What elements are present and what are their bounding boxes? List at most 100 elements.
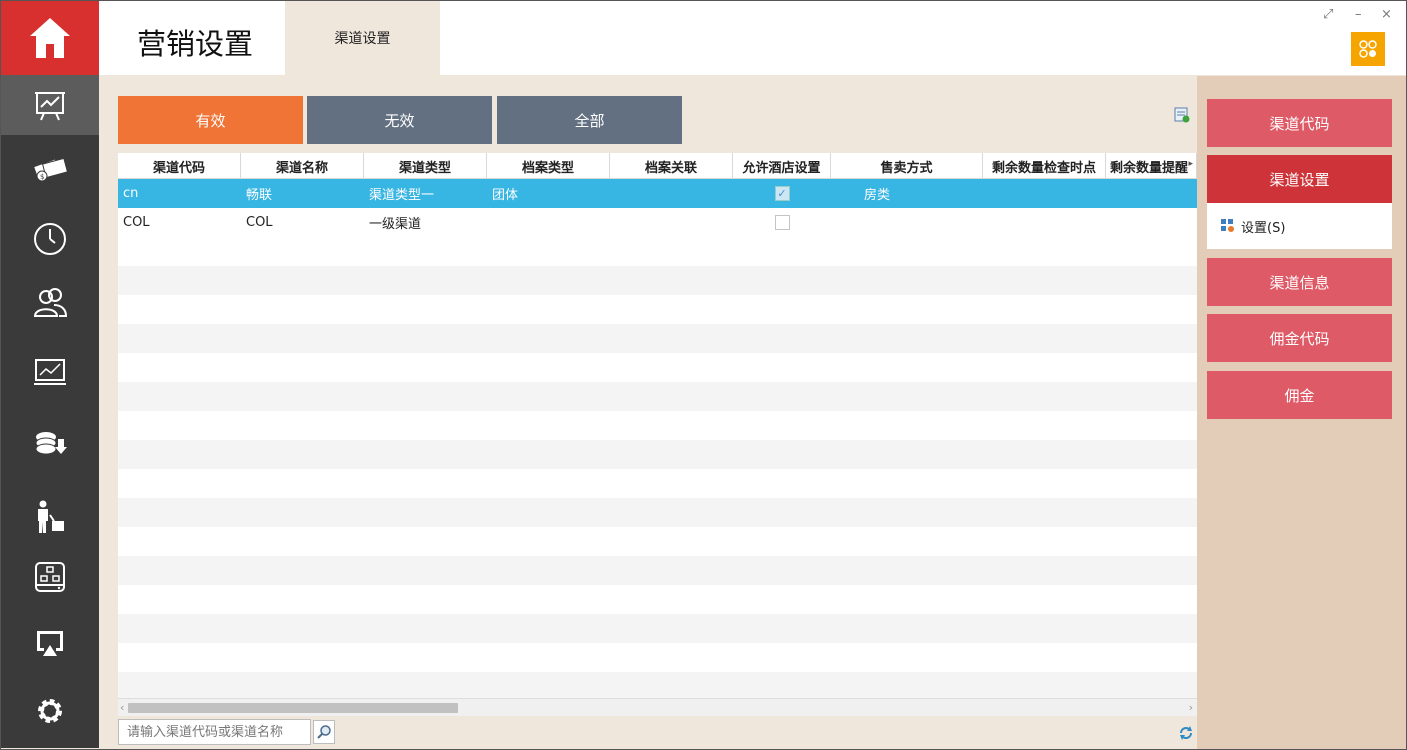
allow-hotel-checkbox[interactable]: ✓ [774, 186, 790, 201]
person-luggage-icon [38, 500, 64, 533]
empty-row [118, 556, 1197, 585]
empty-row [118, 440, 1197, 469]
right-panel: 渠道代码 渠道设置 设置(S) 渠道信息 佣金代码 佣金 [1197, 76, 1406, 749]
cell-type: 一级渠道 [369, 217, 422, 232]
cell-name: 畅联 [246, 188, 273, 203]
column-header[interactable]: 允许酒店设置 [733, 153, 831, 179]
column-header[interactable]: 售卖方式 [831, 153, 983, 179]
svg-text:$: $ [40, 173, 44, 181]
nav-clock[interactable] [1, 209, 99, 269]
empty-row [118, 237, 1197, 266]
page-title: 营销设置 [137, 27, 254, 61]
cell-profile-link [610, 208, 733, 237]
cell-profile-type: 团体 [492, 188, 519, 203]
cell-allow-hotel: ✓ [733, 179, 831, 208]
restore-icon[interactable]: ⤢ [1323, 7, 1333, 22]
empty-row [118, 324, 1197, 353]
home-button[interactable] [1, 1, 99, 75]
scroll-left-icon[interactable]: ‹ [120, 701, 124, 714]
nav-settings[interactable] [1, 681, 99, 741]
column-header[interactable]: 渠道代码 [118, 153, 241, 179]
commission-button[interactable]: 佣金 [1207, 371, 1392, 419]
search-icon [317, 725, 331, 739]
cell-allow-hotel [733, 208, 831, 237]
grid-header: 渠道代码 渠道名称 渠道类型 档案类型 档案关联 允许酒店设置 售卖方式 剩余数… [118, 153, 1197, 179]
cell-profile-type [487, 208, 610, 237]
cell-remind [1106, 179, 1197, 208]
close-icon[interactable]: × [1381, 7, 1392, 22]
settings-menu-label: 设置(S) [1241, 220, 1286, 236]
coins-download-icon [35, 432, 67, 455]
column-header[interactable]: 渠道类型 [364, 153, 487, 179]
allow-hotel-checkbox[interactable] [774, 215, 790, 230]
cell-code: cn [123, 186, 139, 201]
filter-invalid-button[interactable]: 无效 [307, 96, 492, 144]
empty-row [118, 469, 1197, 498]
empty-row [118, 643, 1197, 672]
empty-row [118, 266, 1197, 295]
cell-profile-link [610, 179, 733, 208]
empty-row [118, 353, 1197, 382]
settings-menu-item[interactable]: 设置(S) [1207, 203, 1392, 249]
gear-icon [38, 699, 62, 723]
nav-trend[interactable] [1, 341, 99, 401]
empty-row [118, 672, 1197, 701]
channel-settings-button[interactable]: 渠道设置 [1207, 155, 1392, 203]
empty-row [118, 411, 1197, 440]
nav-users[interactable] [1, 273, 99, 333]
filter-valid-button[interactable]: 有效 [118, 96, 303, 144]
nav-sales-presentation[interactable] [1, 75, 99, 135]
export-excel-icon[interactable] [1174, 107, 1190, 123]
scrollbar-thumb[interactable] [128, 703, 458, 713]
table-row[interactable]: COL COL 一级渠道 [118, 208, 1197, 237]
channel-code-button[interactable]: 渠道代码 [1207, 99, 1392, 147]
cell-check-time [983, 179, 1106, 208]
channel-info-button[interactable]: 渠道信息 [1207, 258, 1392, 306]
empty-row [118, 498, 1197, 527]
cell-sale-mode: 房类 [864, 188, 891, 203]
search-input[interactable] [118, 719, 311, 745]
line-chart-icon [34, 359, 66, 385]
settings-grid-icon [1221, 219, 1234, 232]
column-scroll-arrow-icon[interactable]: ▸ [1188, 159, 1193, 169]
minimize-icon[interactable]: – [1355, 7, 1362, 22]
commission-code-button[interactable]: 佣金代码 [1207, 314, 1392, 362]
empty-row [118, 295, 1197, 324]
screen-cast-icon [37, 631, 63, 656]
users-icon [33, 288, 68, 317]
empty-row [118, 382, 1197, 411]
cell-name: COL [246, 215, 273, 230]
column-header[interactable]: 档案类型 [487, 153, 610, 179]
filter-all-button[interactable]: 全部 [497, 96, 682, 144]
network-device-icon [35, 562, 65, 592]
empty-row [118, 614, 1197, 643]
refresh-icon[interactable] [1178, 725, 1194, 741]
sidebar: $ [1, 1, 99, 748]
home-icon [30, 18, 70, 58]
scroll-right-icon[interactable]: › [1189, 701, 1193, 714]
cell-code: COL [123, 215, 150, 230]
app-menu-button[interactable] [1351, 32, 1385, 66]
nav-coins[interactable] [1, 413, 99, 473]
cell-remind [1106, 208, 1197, 237]
column-header[interactable]: 档案关联 [610, 153, 733, 179]
clock-icon [34, 223, 66, 255]
channel-grid: 渠道代码 渠道名称 渠道类型 档案类型 档案关联 允许酒店设置 售卖方式 剩余数… [118, 153, 1197, 716]
empty-row [118, 527, 1197, 556]
nav-money[interactable]: $ [1, 139, 99, 199]
column-header[interactable]: 渠道名称 [241, 153, 364, 179]
table-row[interactable]: cn 畅联 渠道类型一 团体 ✓ 房类 [118, 179, 1197, 208]
search-button[interactable] [313, 720, 335, 744]
nav-guest-luggage[interactable] [1, 487, 99, 547]
presentation-chart-icon [35, 92, 65, 121]
tab-channel-settings[interactable]: 渠道设置 [285, 1, 440, 75]
column-header[interactable]: 剩余数量检查时点 [983, 153, 1106, 179]
column-header[interactable]: 剩余数量提醒 [1106, 153, 1197, 179]
cell-sale-mode [831, 208, 983, 237]
horizontal-scrollbar[interactable]: ‹ › [118, 698, 1197, 716]
empty-row [118, 585, 1197, 614]
nav-screen-cast[interactable] [1, 613, 99, 673]
grid-body: cn 畅联 渠道类型一 团体 ✓ 房类 COL COL 一级渠道 [118, 179, 1197, 701]
nav-network[interactable] [1, 547, 99, 607]
money-bills-icon: $ [34, 157, 69, 182]
